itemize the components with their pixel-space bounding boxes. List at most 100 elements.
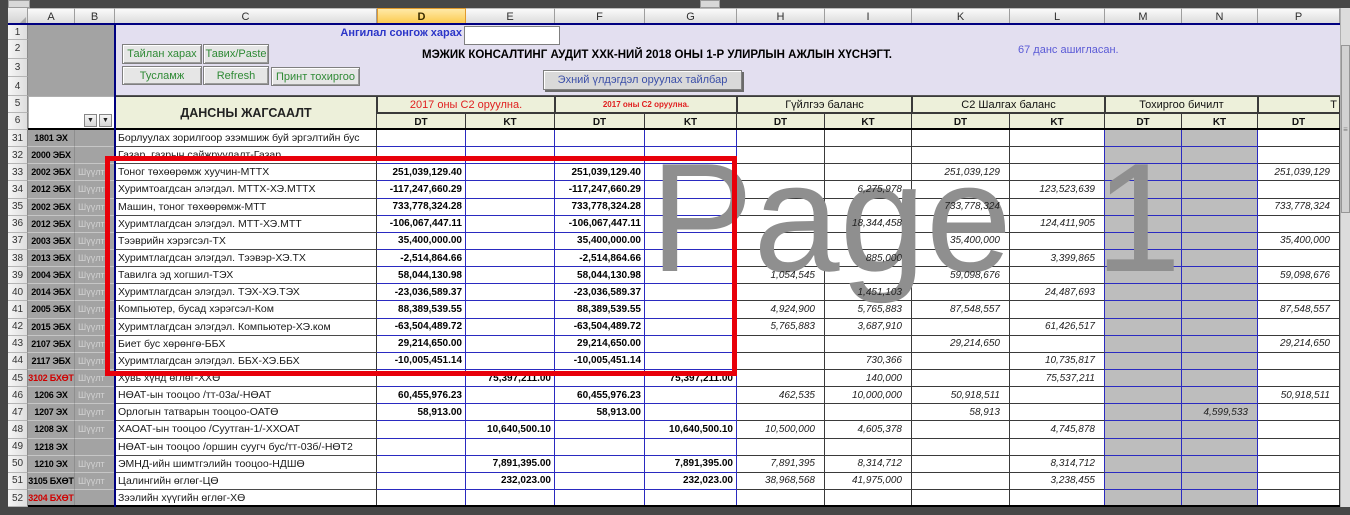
cell-value[interactable] bbox=[1182, 421, 1258, 438]
row-header-48[interactable]: 48 bbox=[8, 421, 28, 438]
cell-account-code[interactable]: 2000 ЭБХ bbox=[28, 147, 75, 164]
cell-value[interactable] bbox=[1258, 404, 1340, 421]
cell-value[interactable] bbox=[377, 456, 466, 473]
row-header-6[interactable]: 6 bbox=[8, 113, 28, 130]
cell-value[interactable] bbox=[912, 456, 1010, 473]
cell-value[interactable] bbox=[555, 130, 645, 147]
split-box-left[interactable] bbox=[8, 0, 30, 8]
cell-value[interactable]: 50,918,511 bbox=[1258, 387, 1340, 404]
row-header-5[interactable]: 5 bbox=[8, 96, 28, 113]
cell-filter-flag[interactable]: Шүүлт bbox=[75, 387, 115, 404]
cell-account-code[interactable]: 3102 БХӨТ bbox=[28, 370, 75, 387]
cell-value[interactable] bbox=[912, 319, 1010, 336]
cell-value[interactable] bbox=[737, 370, 825, 387]
cell-value[interactable]: 60,455,976.23 bbox=[555, 387, 645, 404]
cell-account-code[interactable]: 1218 ЭХ bbox=[28, 439, 75, 456]
cell-value[interactable] bbox=[1258, 421, 1340, 438]
cell-value[interactable]: 41,975,000 bbox=[825, 473, 912, 490]
cell-value[interactable] bbox=[1182, 387, 1258, 404]
cell-value[interactable]: 58,913.00 bbox=[377, 404, 466, 421]
cell-value[interactable] bbox=[825, 439, 912, 456]
cell-account-code[interactable]: 1206 ЭХ bbox=[28, 387, 75, 404]
cell-value[interactable]: 8,314,712 bbox=[1010, 456, 1105, 473]
cell-value[interactable] bbox=[1258, 439, 1340, 456]
cell-value[interactable] bbox=[1182, 250, 1258, 267]
cell-account-code[interactable]: 2005 ЭБХ bbox=[28, 301, 75, 318]
cell-value[interactable] bbox=[1182, 130, 1258, 147]
cell-value[interactable] bbox=[645, 387, 737, 404]
cell-value[interactable] bbox=[1182, 353, 1258, 370]
row-header-34[interactable]: 34 bbox=[8, 181, 28, 198]
cell-value[interactable] bbox=[825, 404, 912, 421]
cell-value[interactable] bbox=[1258, 147, 1340, 164]
cell-value[interactable]: 232,023.00 bbox=[645, 473, 737, 490]
cell-account-name[interactable]: ЭМНД-ийн шимтгэлийн тооцоо-НДШӨ bbox=[115, 456, 377, 473]
cell-value[interactable] bbox=[555, 439, 645, 456]
cell-value[interactable] bbox=[377, 130, 466, 147]
cell-value[interactable]: 58,913.00 bbox=[555, 404, 645, 421]
cell-value[interactable] bbox=[1182, 456, 1258, 473]
row-header-46[interactable]: 46 bbox=[8, 387, 28, 404]
cell-account-code[interactable]: 1210 ЭХ bbox=[28, 456, 75, 473]
cell-value[interactable] bbox=[377, 473, 466, 490]
cell-value[interactable] bbox=[1258, 319, 1340, 336]
row-header-1[interactable]: 1 bbox=[8, 25, 28, 40]
cell-value[interactable] bbox=[1182, 301, 1258, 318]
row-header-38[interactable]: 38 bbox=[8, 250, 28, 267]
cell-value[interactable]: 29,214,650 bbox=[1258, 336, 1340, 353]
cell-value[interactable] bbox=[1182, 439, 1258, 456]
cell-filter-flag[interactable]: Шүүлт bbox=[75, 421, 115, 438]
cell-value[interactable] bbox=[1258, 181, 1340, 198]
print-settings-button[interactable]: Принт тохиргоо bbox=[271, 67, 360, 86]
cell-value[interactable]: 35,400,000 bbox=[1258, 233, 1340, 250]
cell-filter-flag[interactable] bbox=[75, 439, 115, 456]
cell-value[interactable]: 59,098,676 bbox=[1258, 267, 1340, 284]
cell-value[interactable]: 730,366 bbox=[825, 353, 912, 370]
cell-value[interactable] bbox=[737, 353, 825, 370]
cell-value[interactable] bbox=[912, 439, 1010, 456]
cell-account-name[interactable]: Орлогын татварын тооцоо-ОАТӨ bbox=[115, 404, 377, 421]
cell-value[interactable] bbox=[1182, 147, 1258, 164]
cell-value[interactable] bbox=[1105, 439, 1182, 456]
cell-value[interactable] bbox=[1105, 404, 1182, 421]
cell-account-name[interactable]: НӨАТ-ын тооцоо /тт-03а/-НӨАТ bbox=[115, 387, 377, 404]
cell-value[interactable] bbox=[1105, 421, 1182, 438]
cell-value[interactable]: 10,735,817 bbox=[1010, 353, 1105, 370]
cell-value[interactable] bbox=[1105, 370, 1182, 387]
row-header-4[interactable]: 4 bbox=[8, 77, 28, 96]
cell-value[interactable] bbox=[645, 404, 737, 421]
row-header-39[interactable]: 39 bbox=[8, 267, 28, 284]
scrollbar-thumb[interactable]: ≡ bbox=[1341, 45, 1350, 213]
cell-value[interactable] bbox=[1010, 336, 1105, 353]
cell-value[interactable] bbox=[1182, 319, 1258, 336]
cell-value[interactable] bbox=[466, 130, 555, 147]
cell-filter-flag[interactable] bbox=[75, 130, 115, 147]
cell-account-code[interactable]: 2002 ЭБХ bbox=[28, 164, 75, 181]
cell-value[interactable] bbox=[1182, 370, 1258, 387]
cell-value[interactable] bbox=[1258, 456, 1340, 473]
cell-value[interactable]: 462,535 bbox=[737, 387, 825, 404]
cell-filter-flag[interactable]: Шүүлт bbox=[75, 404, 115, 421]
cell-value[interactable]: 733,778,324 bbox=[1258, 199, 1340, 216]
split-box-mid[interactable] bbox=[700, 0, 720, 8]
cell-value[interactable] bbox=[737, 336, 825, 353]
cell-account-code[interactable]: 2015 ЭБХ bbox=[28, 319, 75, 336]
report-button[interactable]: Тайлан харах bbox=[122, 44, 202, 64]
row-header-37[interactable]: 37 bbox=[8, 233, 28, 250]
cell-value[interactable]: 60,455,976.23 bbox=[377, 387, 466, 404]
vertical-scrollbar[interactable]: ≡ bbox=[1340, 8, 1350, 507]
cell-value[interactable] bbox=[1105, 456, 1182, 473]
cell-value[interactable] bbox=[466, 404, 555, 421]
cell-value[interactable]: 3,238,455 bbox=[1010, 473, 1105, 490]
cell-value[interactable] bbox=[377, 439, 466, 456]
category-select-input[interactable] bbox=[464, 26, 560, 45]
cell-value[interactable] bbox=[1105, 387, 1182, 404]
cell-value[interactable]: 58,913 bbox=[912, 404, 1010, 421]
cell-value[interactable] bbox=[737, 439, 825, 456]
cell-value[interactable] bbox=[1182, 267, 1258, 284]
row-header-32[interactable]: 32 bbox=[8, 147, 28, 164]
cell-value[interactable] bbox=[466, 439, 555, 456]
row-header-51[interactable]: 51 bbox=[8, 473, 28, 490]
cell-value[interactable]: 232,023.00 bbox=[466, 473, 555, 490]
cell-account-code[interactable]: 2012 ЭБХ bbox=[28, 216, 75, 233]
